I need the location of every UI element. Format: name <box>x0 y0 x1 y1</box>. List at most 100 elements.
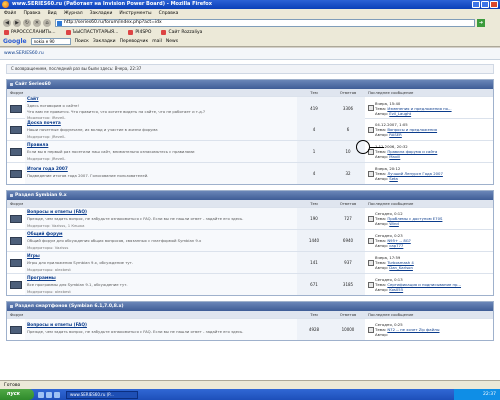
google-logo: Google <box>3 38 27 45</box>
menu-bar: Файл Правка Вид Журнал Закладки Инструме… <box>0 9 500 17</box>
minimize-button[interactable] <box>472 1 480 8</box>
navigation-toolbar: ◀ ▶ ↻ ✕ ⌂ http://series60.ru/forum/index… <box>0 17 500 28</box>
forum-status-icon <box>7 208 25 229</box>
back-icon[interactable]: ◀ <box>3 18 11 27</box>
menu-edit[interactable]: Правка <box>23 11 40 16</box>
category-title[interactable]: Раздел смартфонов (Symbian 6.1,7.0,8.x) <box>7 302 493 311</box>
bookmark-item[interactable]: PI4SPO <box>128 30 151 35</box>
forum-category: Сайт Series60 Форум Тем Ответов Последне… <box>6 79 494 185</box>
forum-reply-count: 10000 <box>331 319 365 340</box>
firefox-icon <box>2 1 9 8</box>
forum-name-link[interactable]: Игры <box>27 254 297 259</box>
last-post-author: Автор: Kos055 <box>375 287 404 292</box>
address-text: http://series60.ru/forum/index.php?act=i… <box>64 19 162 25</box>
site-logo[interactable]: www.SERIES60.ru <box>4 51 44 56</box>
forum-category: Раздел Symbian 9.x Форум Тем Ответов Пос… <box>6 190 494 296</box>
forum-topic-count: 141 <box>297 252 331 273</box>
forum-info: Доска почета Наши почетные форумчане, их… <box>25 119 297 140</box>
col-last-post: Последнее сообщение <box>368 90 414 95</box>
google-search-input[interactable]: nokia e 90 <box>30 38 71 45</box>
forum-topic-count: 190 <box>297 208 331 229</box>
address-bar[interactable]: http://series60.ru/forum/index.php?act=i… <box>55 18 475 27</box>
forum-name-link[interactable]: Вопросы и ответы (FAQ) <box>27 210 297 215</box>
go-icon[interactable]: ➜ <box>477 18 485 27</box>
quick-launch <box>38 391 60 398</box>
forum-moderators: Модератор: JRevelL <box>27 155 66 161</box>
last-post-author-link[interactable]: Evil_Laught <box>389 111 411 116</box>
close-button[interactable] <box>490 1 498 8</box>
quicklaunch-icon[interactable] <box>54 391 60 398</box>
bookmark-icon <box>4 30 9 35</box>
bookmarks-toolbar: PAPOСССЛАНИТЬ... ЪЫСПАСТУТАРЫЯ... PI4SPO… <box>0 28 500 37</box>
maximize-button[interactable] <box>481 1 489 8</box>
reload-icon[interactable]: ↻ <box>23 18 31 27</box>
google-bookmarks-button[interactable]: Закладки <box>93 39 116 44</box>
forum-row: Вопросы и ответы (FAQ) Прежде, чем задат… <box>7 318 493 340</box>
google-translate-button[interactable]: Переводчик <box>120 39 149 44</box>
forum-description: Если вы в первый раз посетили наш сайт, … <box>27 148 195 154</box>
google-news-button[interactable]: News <box>166 39 178 44</box>
google-search-button[interactable]: Поиск <box>75 39 89 44</box>
google-mail-button[interactable]: mail <box>152 39 162 44</box>
forum-row: Сайт Здесь поговорим о сайте! Что вам не… <box>7 96 493 120</box>
forum-topic-count: 4 <box>297 163 331 184</box>
col-forum: Форум <box>10 90 24 95</box>
forward-icon[interactable]: ▶ <box>13 18 21 27</box>
menu-tools[interactable]: Инструменты <box>119 11 151 16</box>
forum-name-link[interactable]: Доска почета <box>27 121 297 126</box>
col-forum: Форум <box>10 312 24 317</box>
menu-file[interactable]: Файл <box>4 11 16 16</box>
forum-row: Вопросы и ответы (FAQ) Прежде, чем задат… <box>7 207 493 229</box>
forum-reply-count: 727 <box>331 208 365 229</box>
forum-info: Итоги года 2007 Подведение итогов года 2… <box>25 163 297 184</box>
forum-topic-count: 671 <box>297 274 331 295</box>
category-title[interactable]: Сайт Series60 <box>7 80 493 89</box>
forum-name-link[interactable]: Итоги года 2007 <box>27 167 297 172</box>
last-post-author: Автор: Seta <box>375 176 398 181</box>
forum-description: Здесь поговорим о сайте! <box>27 103 80 108</box>
forum-last-post: Сегодня, 0:23 Тема: N95+ -- 8G? Автор: c… <box>365 230 493 251</box>
quicklaunch-icon[interactable] <box>46 391 52 398</box>
quicklaunch-icon[interactable] <box>38 391 44 398</box>
stop-icon[interactable]: ✕ <box>33 18 41 27</box>
forum-status-icon <box>7 141 25 162</box>
menu-view[interactable]: Вид <box>48 11 57 16</box>
last-post-author: Автор: Evil_Laught <box>375 111 412 116</box>
last-post-author-link[interactable]: cap777 <box>389 243 403 248</box>
forum-name-link[interactable]: Общий форум <box>27 232 297 237</box>
home-icon[interactable]: ⌂ <box>43 18 51 27</box>
forum-name-link[interactable]: Программы <box>27 276 297 281</box>
forum-name-link[interactable]: Вопросы и ответы (FAQ) <box>27 323 297 328</box>
col-last-post: Последнее сообщение <box>368 201 414 206</box>
window-controls <box>472 1 498 8</box>
last-post-author-link[interactable]: Maxill <box>389 154 400 159</box>
bookmark-item[interactable]: ЪЫСПАСТУТАРЫЯ... <box>65 30 118 35</box>
last-post-author-link[interactable]: Wind <box>389 221 399 226</box>
last-post-author-link[interactable]: Dan_Karlson <box>389 265 413 270</box>
start-button[interactable]: пуск <box>0 389 34 400</box>
menu-help[interactable]: Справка <box>159 11 179 16</box>
menu-bookmarks[interactable]: Закладки <box>90 11 113 16</box>
bookmark-item[interactable]: PAPOСССЛАНИТЬ... <box>4 30 56 35</box>
bookmark-item[interactable]: Сайт Rozzaliya <box>161 30 202 35</box>
forum-row: Игры Игры для приложения Symbian 9.x, об… <box>7 251 493 273</box>
menu-history[interactable]: Журнал <box>64 11 83 16</box>
last-post-author: Автор: Wind <box>375 221 399 226</box>
forum-name-link[interactable]: Правила <box>27 143 297 148</box>
forum-name-link[interactable]: Сайт <box>27 97 297 102</box>
col-topics: Тем <box>310 90 318 95</box>
forum-info: Вопросы и ответы (FAQ) Прежде, чем задат… <box>25 319 297 340</box>
forum-row: Программы Все программы для Symbian 9.1,… <box>7 273 493 295</box>
taskbar-window-button[interactable]: www.SERIES60.ru (P... <box>66 390 138 399</box>
forum-moderators: Модераторы: alexbest <box>27 266 71 272</box>
category-title[interactable]: Раздел Symbian 9.x <box>7 191 493 200</box>
last-post-author-link[interactable]: Seta <box>389 176 398 181</box>
forum-category: Раздел смартфонов (Symbian 6.1,7.0,8.x) … <box>6 301 494 341</box>
last-post-author-link[interactable]: Kos055 <box>389 287 403 292</box>
system-tray-clock: 22:37 <box>454 389 500 400</box>
last-post-author-link[interactable]: RASER <box>389 132 402 137</box>
forum-info: Игры Игры для приложения Symbian 9.x, об… <box>25 252 297 273</box>
bookmark-icon <box>161 30 167 35</box>
forum-reply-count: 3306 <box>331 97 365 120</box>
last-visit-notice: С возвращением, последний раз вы были зд… <box>6 64 494 74</box>
